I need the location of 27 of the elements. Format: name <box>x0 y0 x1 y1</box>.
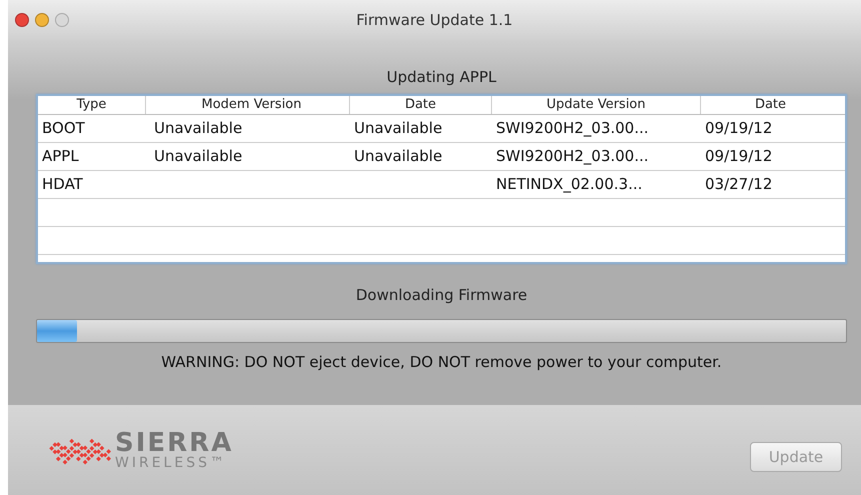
table-cell-text: BOOT <box>41 118 86 139</box>
table-cell-text: APPL <box>41 146 80 167</box>
window-title: Firmware Update 1.1 <box>356 11 513 29</box>
column-header[interactable]: Type <box>38 96 146 114</box>
table-cell-text: NETINDX_02.00.3... <box>495 174 644 195</box>
minimize-icon[interactable] <box>35 13 49 27</box>
column-header[interactable]: Date <box>350 96 492 114</box>
table-cell-text: 09/19/12 <box>704 118 774 139</box>
progress-label: Downloading Firmware <box>356 286 528 304</box>
column-header[interactable]: Date <box>701 96 840 114</box>
close-icon[interactable] <box>15 13 29 27</box>
logo-text: SIERRA <box>115 430 234 456</box>
table-cell-text: Unavailable <box>353 118 444 139</box>
table-cell-text: 03/27/12 <box>704 174 774 195</box>
status-heading: Updating APPL <box>386 68 496 86</box>
column-header[interactable]: Modem Version <box>146 96 350 114</box>
logo-subtext: WIRELESS™ <box>115 456 228 470</box>
column-header[interactable]: Update Version <box>492 96 701 114</box>
warning-text: WARNING: DO NOT eject device, DO NOT remove power to your computer. <box>161 353 722 371</box>
table-cell-text: Unavailable <box>353 146 444 167</box>
table-cell-text: Unavailable <box>153 118 244 139</box>
zoom-icon[interactable] <box>55 13 69 27</box>
table-cell-text: Unavailable <box>153 146 244 167</box>
table-cell-text: SWI9200H2_03.00... <box>495 118 650 139</box>
table-cell-text: 09/19/12 <box>704 146 774 167</box>
table-cell-text: SWI9200H2_03.00... <box>495 146 650 167</box>
table-cell-text: HDAT <box>41 174 84 195</box>
